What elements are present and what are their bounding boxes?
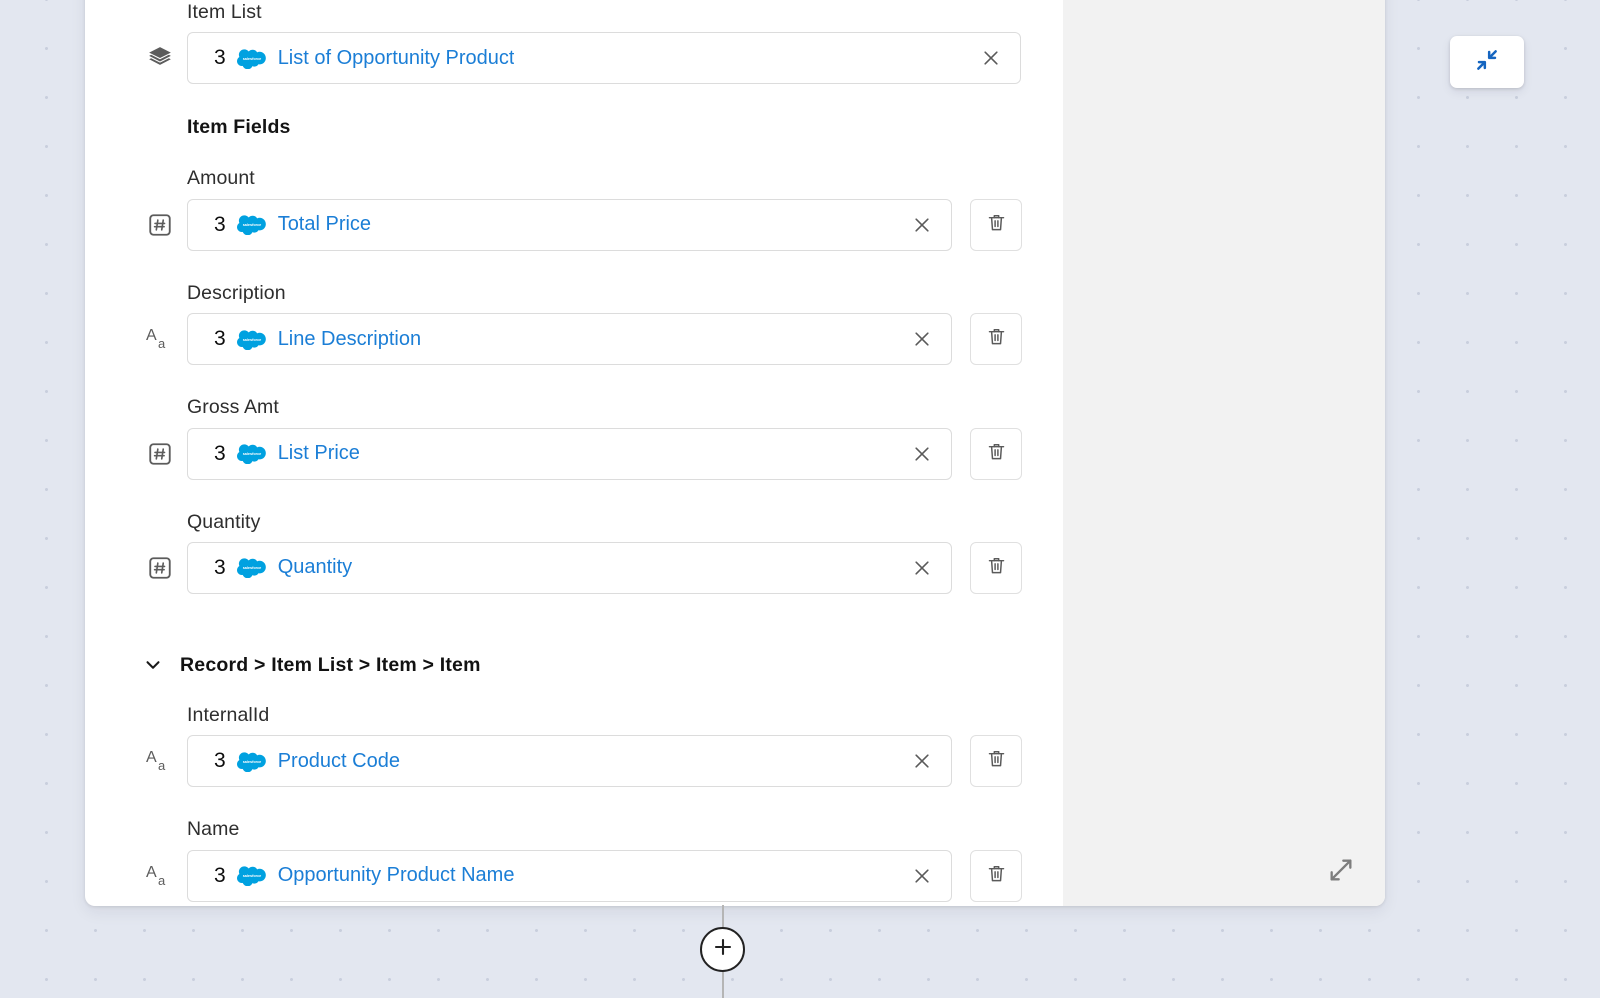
- trash-icon: [986, 212, 1007, 238]
- card-side-pane: [1063, 0, 1385, 906]
- salesforce-cloud-icon: salesforce: [236, 214, 267, 236]
- close-x-icon[interactable]: [907, 324, 937, 354]
- text-aa-icon: Aa: [142, 743, 178, 779]
- item-fields-section-title: Item Fields: [187, 116, 291, 139]
- svg-text:salesforce: salesforce: [242, 338, 261, 342]
- record-field-1-group: Name Aa 3 salesforce Opportunity Product Nam…: [85, 817, 1063, 902]
- field-label: Amount: [187, 167, 255, 190]
- svg-text:salesforce: salesforce: [242, 57, 261, 61]
- delete-field-button[interactable]: [970, 427, 1022, 480]
- delete-field-button[interactable]: [970, 735, 1022, 788]
- item-field-2-group: Gross Amt 3 salesforce List Price: [85, 395, 1063, 480]
- expand-diagonal-arrows-icon[interactable]: [1327, 856, 1355, 884]
- svg-text:salesforce: salesforce: [242, 760, 261, 764]
- card-body: Item List 3 salesforce List of Opportuni…: [85, 0, 1063, 906]
- close-x-icon[interactable]: [907, 553, 937, 583]
- close-x-icon[interactable]: [907, 746, 937, 776]
- close-x-icon[interactable]: [976, 43, 1006, 73]
- svg-text:A: A: [146, 864, 157, 881]
- salesforce-cloud-icon: salesforce: [236, 443, 267, 464]
- svg-text:A: A: [146, 749, 157, 766]
- item-field-0-group: Amount 3 salesforce Total Price: [85, 166, 1063, 251]
- field-index: 3: [214, 327, 226, 351]
- delete-field-button[interactable]: [970, 198, 1022, 251]
- record-fields-list: InternalId Aa 3 salesforce Product Code Name A…: [85, 703, 1063, 906]
- field-index: 3: [214, 555, 226, 579]
- record-field-0-group: InternalId Aa 3 salesforce Product Code: [85, 703, 1063, 788]
- close-x-icon[interactable]: [907, 439, 937, 469]
- field-index: 3: [214, 863, 226, 887]
- item-field-1-group: Description Aa 3 salesforce Line Description: [85, 281, 1063, 366]
- svg-text:a: a: [158, 873, 166, 888]
- item-list-group: Item List 3 salesforce List of Opportuni…: [85, 0, 1063, 85]
- field-index: 3: [214, 749, 226, 773]
- collapse-diagonal-arrows-icon: [1474, 47, 1500, 78]
- svg-text:a: a: [158, 758, 166, 773]
- field-token: Opportunity Product Name: [277, 864, 515, 887]
- collapse-panel-button[interactable]: [1450, 36, 1524, 88]
- layers-stack-icon: [142, 40, 178, 76]
- number-hash-icon: [142, 550, 178, 586]
- text-aa-icon: Aa: [142, 321, 178, 357]
- salesforce-cloud-icon: salesforce: [236, 329, 267, 350]
- salesforce-cloud-icon: salesforce: [236, 751, 267, 772]
- field-token: Product Code: [277, 749, 400, 772]
- field-merge-input[interactable]: 3 salesforce Product Code: [187, 735, 952, 788]
- svg-text:A: A: [146, 327, 157, 344]
- item-list-index: 3: [214, 46, 226, 70]
- close-x-icon[interactable]: [907, 861, 937, 891]
- node-card: Item List 3 salesforce List of Opportuni…: [85, 0, 1385, 906]
- text-aa-icon: Aa: [142, 858, 178, 894]
- field-index: 3: [214, 441, 226, 465]
- field-merge-input[interactable]: 3 salesforce Quantity: [187, 541, 952, 594]
- svg-text:salesforce: salesforce: [242, 223, 261, 227]
- svg-text:a: a: [158, 336, 166, 351]
- svg-text:salesforce: salesforce: [242, 452, 261, 456]
- salesforce-cloud-icon: salesforce: [236, 48, 267, 69]
- delete-field-button[interactable]: [970, 541, 1022, 594]
- plus-circle-icon: [711, 935, 735, 964]
- item-field-3-group: Quantity 3 salesforce Quantity: [85, 510, 1063, 594]
- chevron-down-icon[interactable]: [142, 654, 164, 676]
- field-token: Quantity: [277, 556, 353, 579]
- record-section-header[interactable]: Record > Item List > Item > Item: [85, 654, 1063, 677]
- number-hash-icon: [142, 207, 178, 243]
- record-breadcrumb: Record > Item List > Item > Item: [180, 653, 481, 676]
- field-merge-input[interactable]: 3 salesforce Total Price: [187, 198, 952, 251]
- trash-icon: [986, 748, 1007, 774]
- svg-text:salesforce: salesforce: [242, 566, 261, 570]
- close-x-icon[interactable]: [907, 210, 937, 240]
- field-index: 3: [214, 212, 226, 236]
- salesforce-cloud-icon: salesforce: [236, 865, 267, 887]
- trash-icon: [986, 441, 1007, 467]
- salesforce-cloud-icon: salesforce: [236, 557, 267, 579]
- field-merge-input[interactable]: 3 salesforce List Price: [187, 427, 952, 480]
- svg-text:salesforce: salesforce: [242, 874, 261, 878]
- field-merge-input[interactable]: 3 salesforce Line Description: [187, 313, 952, 366]
- delete-field-button[interactable]: [970, 849, 1022, 902]
- trash-icon: [986, 863, 1007, 889]
- item-fields-list: Amount 3 salesforce Total Price Description A…: [85, 166, 1063, 624]
- field-merge-input[interactable]: 3 salesforce Opportunity Product Name: [187, 849, 952, 902]
- flow-canvas: Item List 3 salesforce List of Opportuni…: [0, 0, 1600, 998]
- trash-icon: [986, 326, 1007, 352]
- delete-field-button[interactable]: [970, 313, 1022, 366]
- trash-icon: [986, 555, 1007, 581]
- add-node-button[interactable]: [700, 927, 745, 972]
- field-token: Total Price: [277, 213, 372, 236]
- field-label: Quantity: [187, 510, 261, 533]
- number-hash-icon: [142, 436, 178, 472]
- item-list-label: Item List: [187, 1, 262, 23]
- field-token: Line Description: [277, 327, 422, 350]
- item-list-input[interactable]: 3 salesforce List of Opportunity Product: [187, 32, 1021, 85]
- field-label: Name: [187, 818, 240, 841]
- field-label: InternalId: [187, 703, 270, 726]
- item-list-token: List of Opportunity Product: [277, 46, 515, 69]
- field-label: Gross Amt: [187, 396, 279, 419]
- field-token: List Price: [277, 442, 360, 464]
- field-label: Description: [187, 281, 286, 304]
